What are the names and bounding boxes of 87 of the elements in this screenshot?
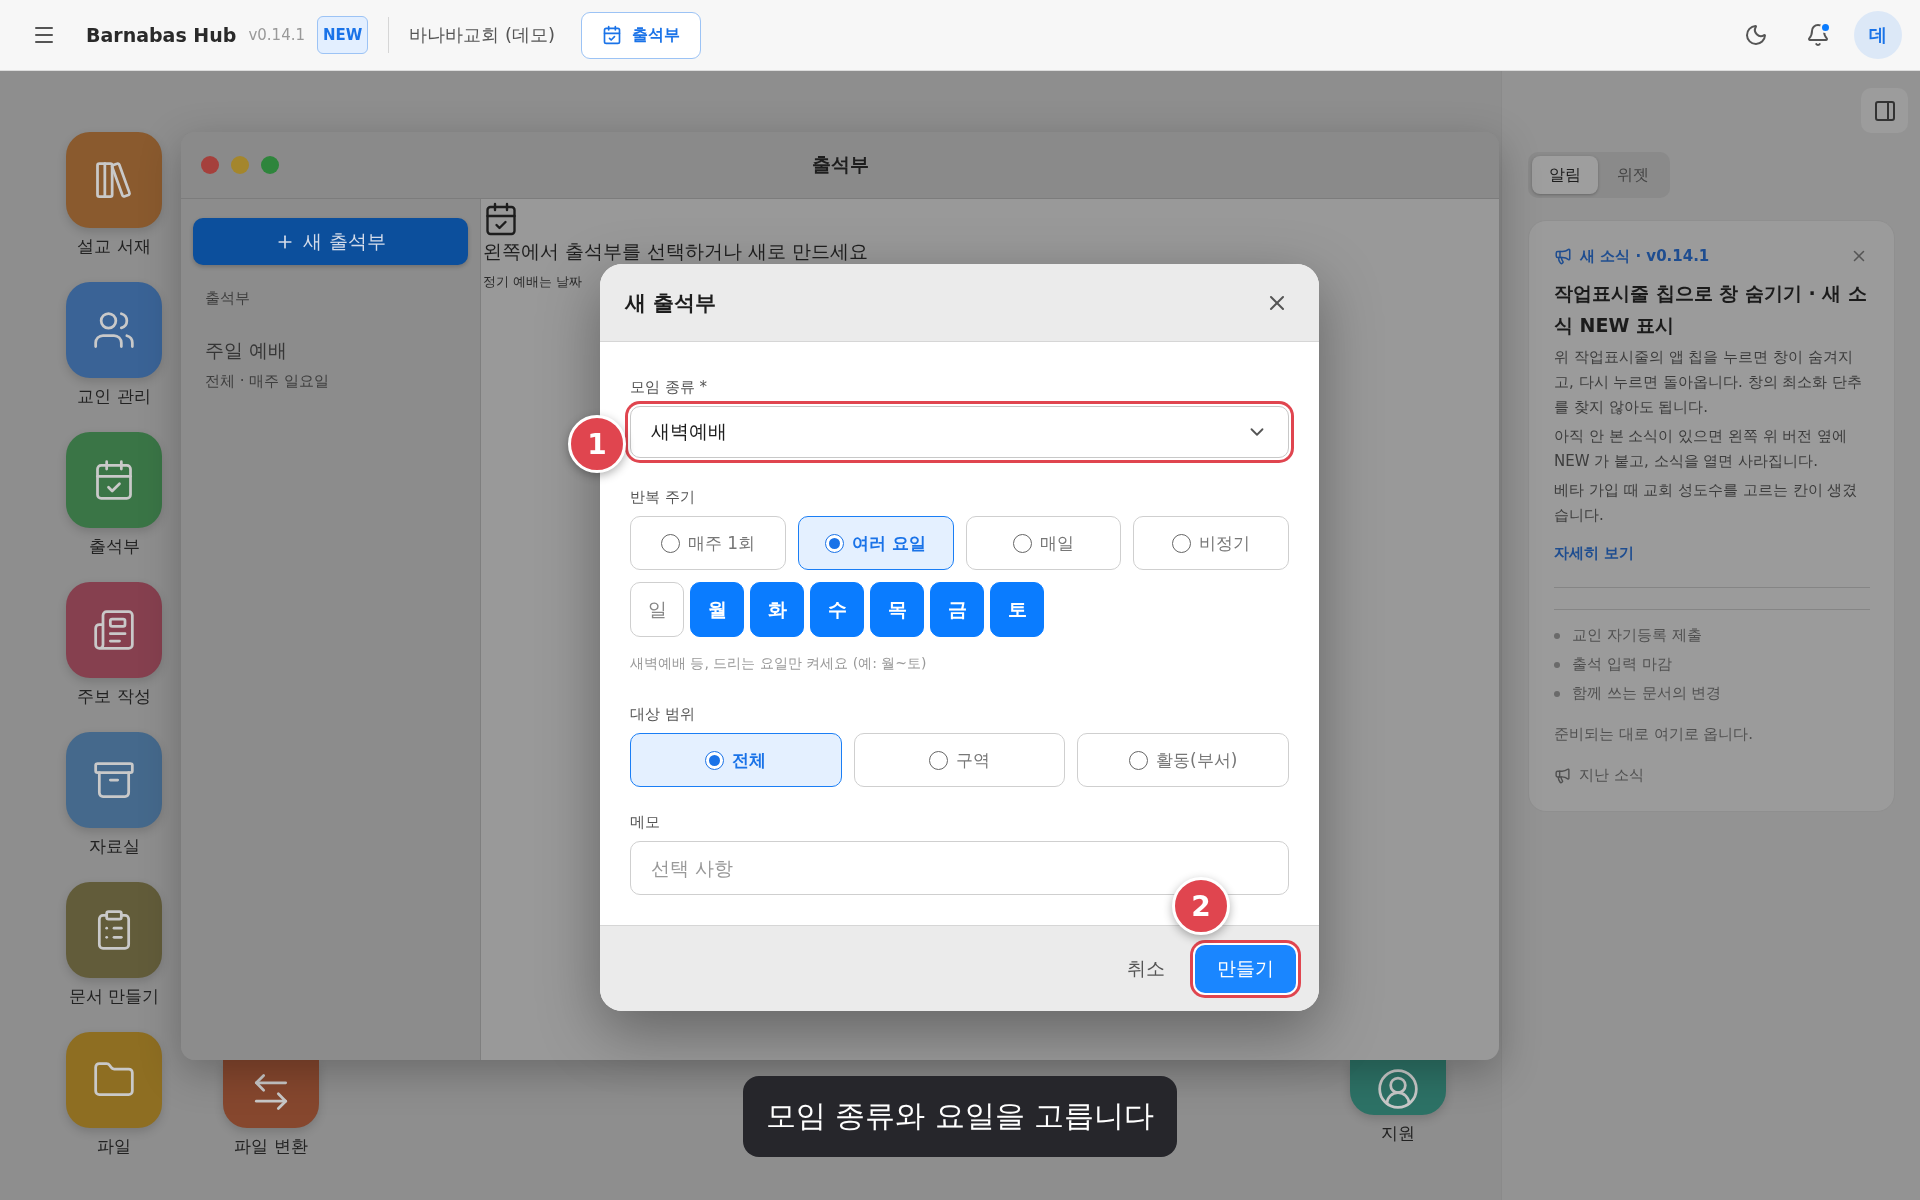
- radio-option[interactable]: 비정기: [1133, 516, 1289, 570]
- app-tile[interactable]: [223, 1060, 319, 1128]
- field-label: 메모: [630, 813, 661, 832]
- app-label: 문서 만들기: [68, 986, 160, 1006]
- upcoming-item: 출석 입력 마감: [1572, 655, 1672, 674]
- app-tile[interactable]: [66, 732, 162, 828]
- section-label: 출석부: [205, 289, 251, 308]
- app-label: 교인 관리: [77, 386, 151, 406]
- list-item-detail: 전체 · 매주 일요일: [205, 372, 331, 391]
- megaphone-icon: [1554, 767, 1571, 784]
- upcoming-item: 함께 쓰는 문서의 변경: [1572, 684, 1722, 703]
- app-tile[interactable]: [66, 282, 162, 378]
- weekday-toggle[interactable]: 월: [690, 582, 744, 637]
- weekday-toggle[interactable]: 목: [870, 582, 924, 637]
- empty-state-heading: 왼쪽에서 출석부를 선택하거나 새로 만드세요: [483, 239, 870, 263]
- weekday-toggle[interactable]: 금: [930, 582, 984, 637]
- weekday-toggle[interactable]: 수: [810, 582, 864, 637]
- app-name: Barnabas Hub: [86, 24, 237, 46]
- window-title: 출석부: [811, 152, 869, 177]
- radio-icon: [1129, 750, 1149, 770]
- radio-option[interactable]: 활동(부서): [1077, 733, 1289, 787]
- panel-toggle-button[interactable]: [1861, 88, 1908, 133]
- radio-option[interactable]: 매일: [965, 516, 1122, 570]
- details-link[interactable]: 자세히 보기: [1554, 544, 1870, 563]
- calendar-check-icon: [483, 201, 519, 237]
- list-item-title[interactable]: 주일 예배: [205, 338, 468, 364]
- news-tag: 새 소식 · v0.14.1: [1580, 246, 1840, 266]
- radio-icon: [825, 533, 845, 553]
- app-label: 출석부: [88, 536, 140, 556]
- megaphone-icon: [1554, 247, 1572, 265]
- radio-icon: [929, 750, 948, 770]
- app-label: 설교 서재: [77, 236, 151, 256]
- moon-icon: [1744, 23, 1768, 47]
- app-label: 파일 변환: [234, 1136, 308, 1156]
- newspaper-icon: [92, 608, 136, 652]
- avatar[interactable]: 데: [1854, 11, 1902, 59]
- field-label: 반복 주기: [630, 488, 696, 507]
- news-paragraph: 베타 가입 때 교회 성도수를 고르는 칸이 생겼습니다.: [1554, 480, 1859, 526]
- app-tile[interactable]: [66, 132, 162, 228]
- app-label: 지원: [1381, 1123, 1415, 1143]
- bullet-dot: [1554, 661, 1560, 668]
- dialog-title: 새 출석부: [625, 289, 717, 317]
- news-paragraph: 아직 안 본 소식이 있으면 왼쪽 위 버전 옆에 NEW 가 붙고, 소식을 열면 사라집니다.: [1554, 426, 1849, 472]
- hint-text: 새벽예배 등, 드리는 요일만 켜세요 (예: 월~토): [630, 655, 928, 673]
- note-text: 준비되는 대로 여기로 옵니다.: [1554, 725, 1755, 744]
- app-tile[interactable]: [66, 582, 162, 678]
- past-news-link[interactable]: 지난 소식: [1554, 766, 1870, 785]
- radio-icon: [1172, 533, 1192, 553]
- panel-tab[interactable]: 알림: [1532, 156, 1598, 194]
- user-circle-icon: [1376, 1067, 1420, 1111]
- weekday-toggle[interactable]: 화: [750, 582, 804, 637]
- calendar-check-icon: [602, 25, 623, 45]
- radio-icon: [660, 533, 680, 553]
- app-tile[interactable]: [1350, 1060, 1446, 1115]
- radio-option[interactable]: 전체: [630, 733, 842, 787]
- memo-input[interactable]: 선택 사항: [630, 841, 1289, 895]
- new-badge: NEW: [317, 16, 369, 54]
- news-paragraph: 위 작업표시줄의 앱 칩을 누르면 창이 숨겨지고, 다시 누르면 돌아옵니다. 창의 최소화 단추를 찾지 않아도 됩니다.: [1554, 347, 1864, 418]
- radio-icon: [705, 750, 725, 770]
- cancel-button[interactable]: 취소: [1125, 949, 1167, 988]
- field-label: 모임 종류 *: [630, 378, 709, 397]
- toast-message: 모임 종류와 요일을 고릅니다: [743, 1076, 1177, 1157]
- new-attendance-button[interactable]: 새 출석부: [193, 218, 468, 265]
- radio-option[interactable]: 여러 요일: [797, 516, 954, 570]
- field-label: 대상 범위: [630, 705, 696, 724]
- radio-icon: [1012, 533, 1032, 553]
- app-label: 자료실: [88, 836, 140, 856]
- bullet-dot: [1554, 690, 1560, 697]
- version-text: v0.14.1: [248, 26, 305, 44]
- app-tile[interactable]: [66, 1032, 162, 1128]
- panel-tab[interactable]: 위젯: [1600, 156, 1666, 194]
- app-label: 파일: [97, 1136, 131, 1156]
- radio-option[interactable]: 구역: [853, 733, 1066, 787]
- bell-icon: [1806, 23, 1830, 47]
- panel-icon: [1872, 98, 1897, 123]
- weekday-toggle[interactable]: 일: [630, 582, 684, 637]
- active-app-chip[interactable]: 출석부: [581, 11, 702, 59]
- app-label: 주보 작성: [77, 686, 151, 706]
- church-name: 바나바교회 (데모): [409, 23, 556, 47]
- weekday-toggle[interactable]: 토: [990, 582, 1044, 637]
- app-tile[interactable]: [66, 882, 162, 978]
- bullet-dot: [1554, 632, 1560, 639]
- upcoming-item: 교인 자기등록 제출: [1572, 626, 1702, 645]
- empty-state-text: 정기 예배는 날짜: [483, 273, 584, 291]
- radio-option[interactable]: 매주 1회: [630, 516, 786, 570]
- app-tile[interactable]: [66, 432, 162, 528]
- news-title: 작업표시줄 칩으로 창 숨기기 · 새 소식 NEW 표시: [1554, 281, 1868, 338]
